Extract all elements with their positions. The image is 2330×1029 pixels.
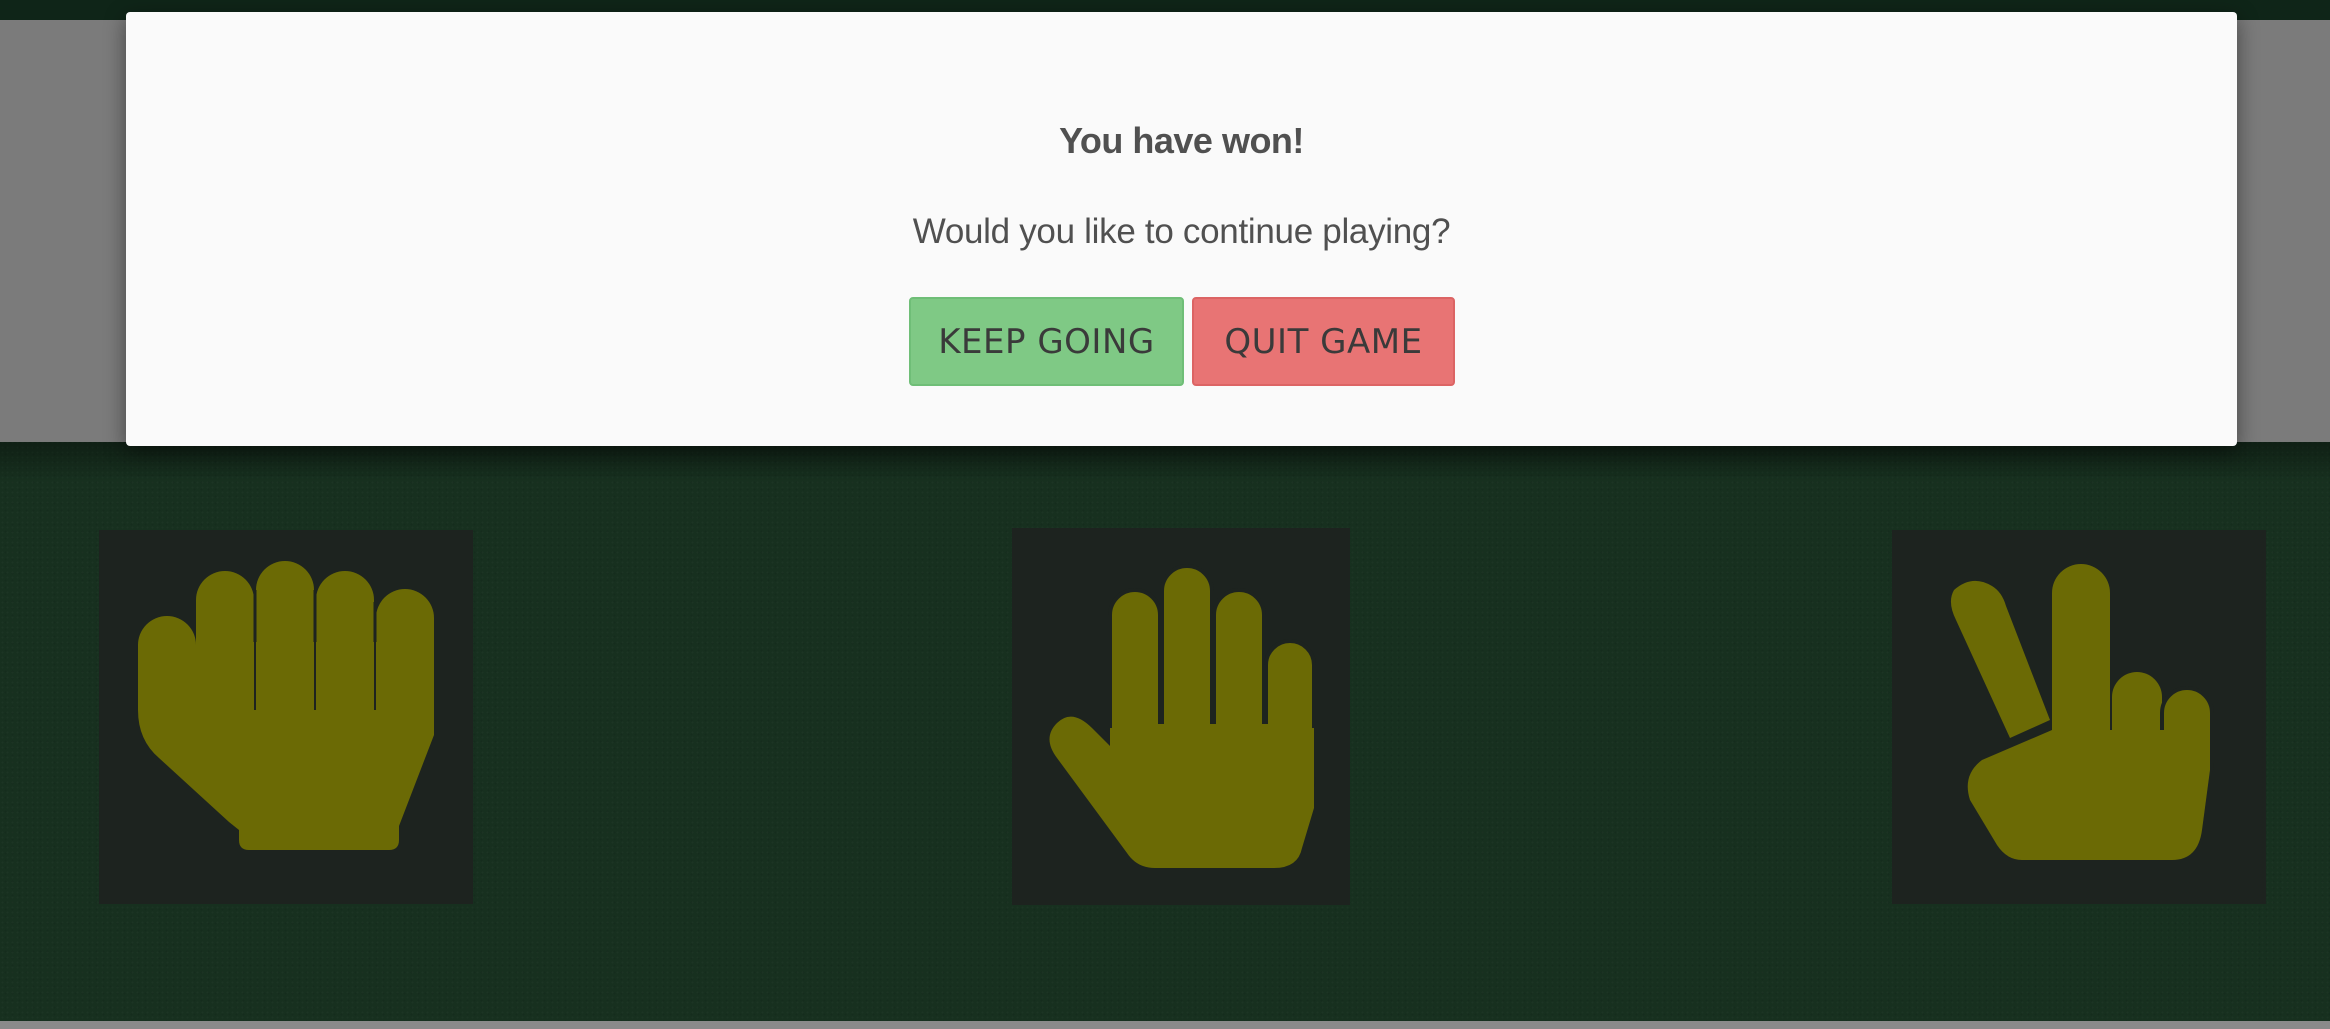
rock-choice-button[interactable] bbox=[99, 530, 473, 904]
keep-going-button[interactable]: KEEP GOING bbox=[909, 297, 1184, 386]
paper-choice-button[interactable] bbox=[1012, 528, 1350, 905]
backdrop-shadow bbox=[0, 442, 2330, 482]
rock-hand-icon bbox=[138, 561, 434, 850]
scissors-choice-button[interactable] bbox=[1892, 530, 2266, 904]
dialog-title: You have won! bbox=[1059, 120, 1304, 161]
game-board: You have won! Would you like to continue… bbox=[0, 0, 2330, 1029]
dialog-question: Would you like to continue playing? bbox=[912, 212, 1451, 251]
paper-hand-icon bbox=[1049, 564, 1316, 868]
scissors-hand-icon bbox=[1950, 564, 2214, 860]
bottom-border bbox=[0, 1021, 2330, 1029]
win-dialog: You have won! Would you like to continue… bbox=[126, 12, 2237, 446]
quit-game-button[interactable]: QUIT GAME bbox=[1192, 297, 1455, 386]
